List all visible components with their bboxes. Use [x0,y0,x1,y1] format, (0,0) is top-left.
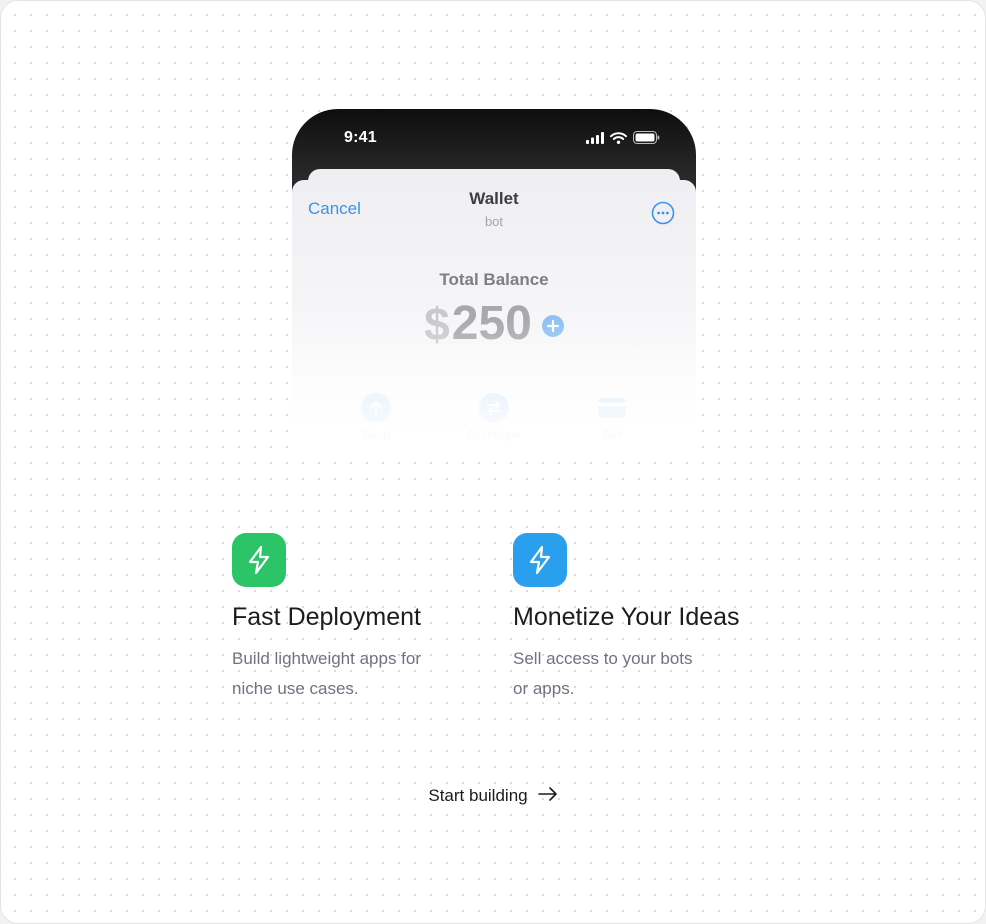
feature-description-line: Sell access to your bots [513,649,693,668]
feature-monetize-ideas: Monetize Your Ideas Sell access to your … [513,533,740,704]
wifi-icon [610,131,627,149]
status-time: 9:41 [344,129,377,146]
plus-icon[interactable] [541,314,564,337]
feature-description: Build lightweight apps for niche use cas… [232,644,421,704]
feature-description: Sell access to your bots or apps. [513,644,740,704]
send-action[interactable]: Send [326,393,426,442]
start-building-label: Start building [428,786,528,805]
feature-title: Monetize Your Ideas [513,603,740,631]
more-icon[interactable] [651,201,675,225]
arrow-up-icon [361,393,391,423]
arrow-right-icon [537,786,558,806]
balance-label: Total Balance [439,270,549,289]
exchange-label: Exchange [467,428,521,442]
card-container: 9:41 Wallet bot Cancel Total Balance $ 2… [0,0,986,924]
balance-currency: $ [424,297,450,350]
cancel-button[interactable]: Cancel [308,199,361,219]
status-icons [586,131,660,149]
feature-title: Fast Deployment [232,603,421,631]
battery-icon [633,131,660,149]
balance-amount: $ 250 [292,296,696,351]
sell-label: Sell [601,428,622,442]
feature-description-line: or apps. [513,679,575,698]
feature-description-line: niche use cases. [232,679,359,698]
lightning-icon [513,533,567,587]
feature-fast-deployment: Fast Deployment Build lightweight apps f… [232,533,421,704]
feature-description-line: Build lightweight apps for [232,649,422,668]
exchange-action[interactable]: Exchange [444,393,544,442]
balance-value: 250 [451,297,532,350]
card-icon [597,393,627,423]
start-building-link[interactable]: Start building [1,786,985,806]
lightning-icon [232,533,286,587]
phone-mockup: 9:41 Wallet bot Cancel Total Balance $ 2… [292,109,696,459]
exchange-icon [479,393,509,423]
signal-icon [586,131,604,149]
send-label: Send [361,428,391,442]
sell-action[interactable]: Sell [562,393,662,442]
wallet-sheet: Wallet bot Cancel Total Balance $ 250 Se… [292,180,696,459]
